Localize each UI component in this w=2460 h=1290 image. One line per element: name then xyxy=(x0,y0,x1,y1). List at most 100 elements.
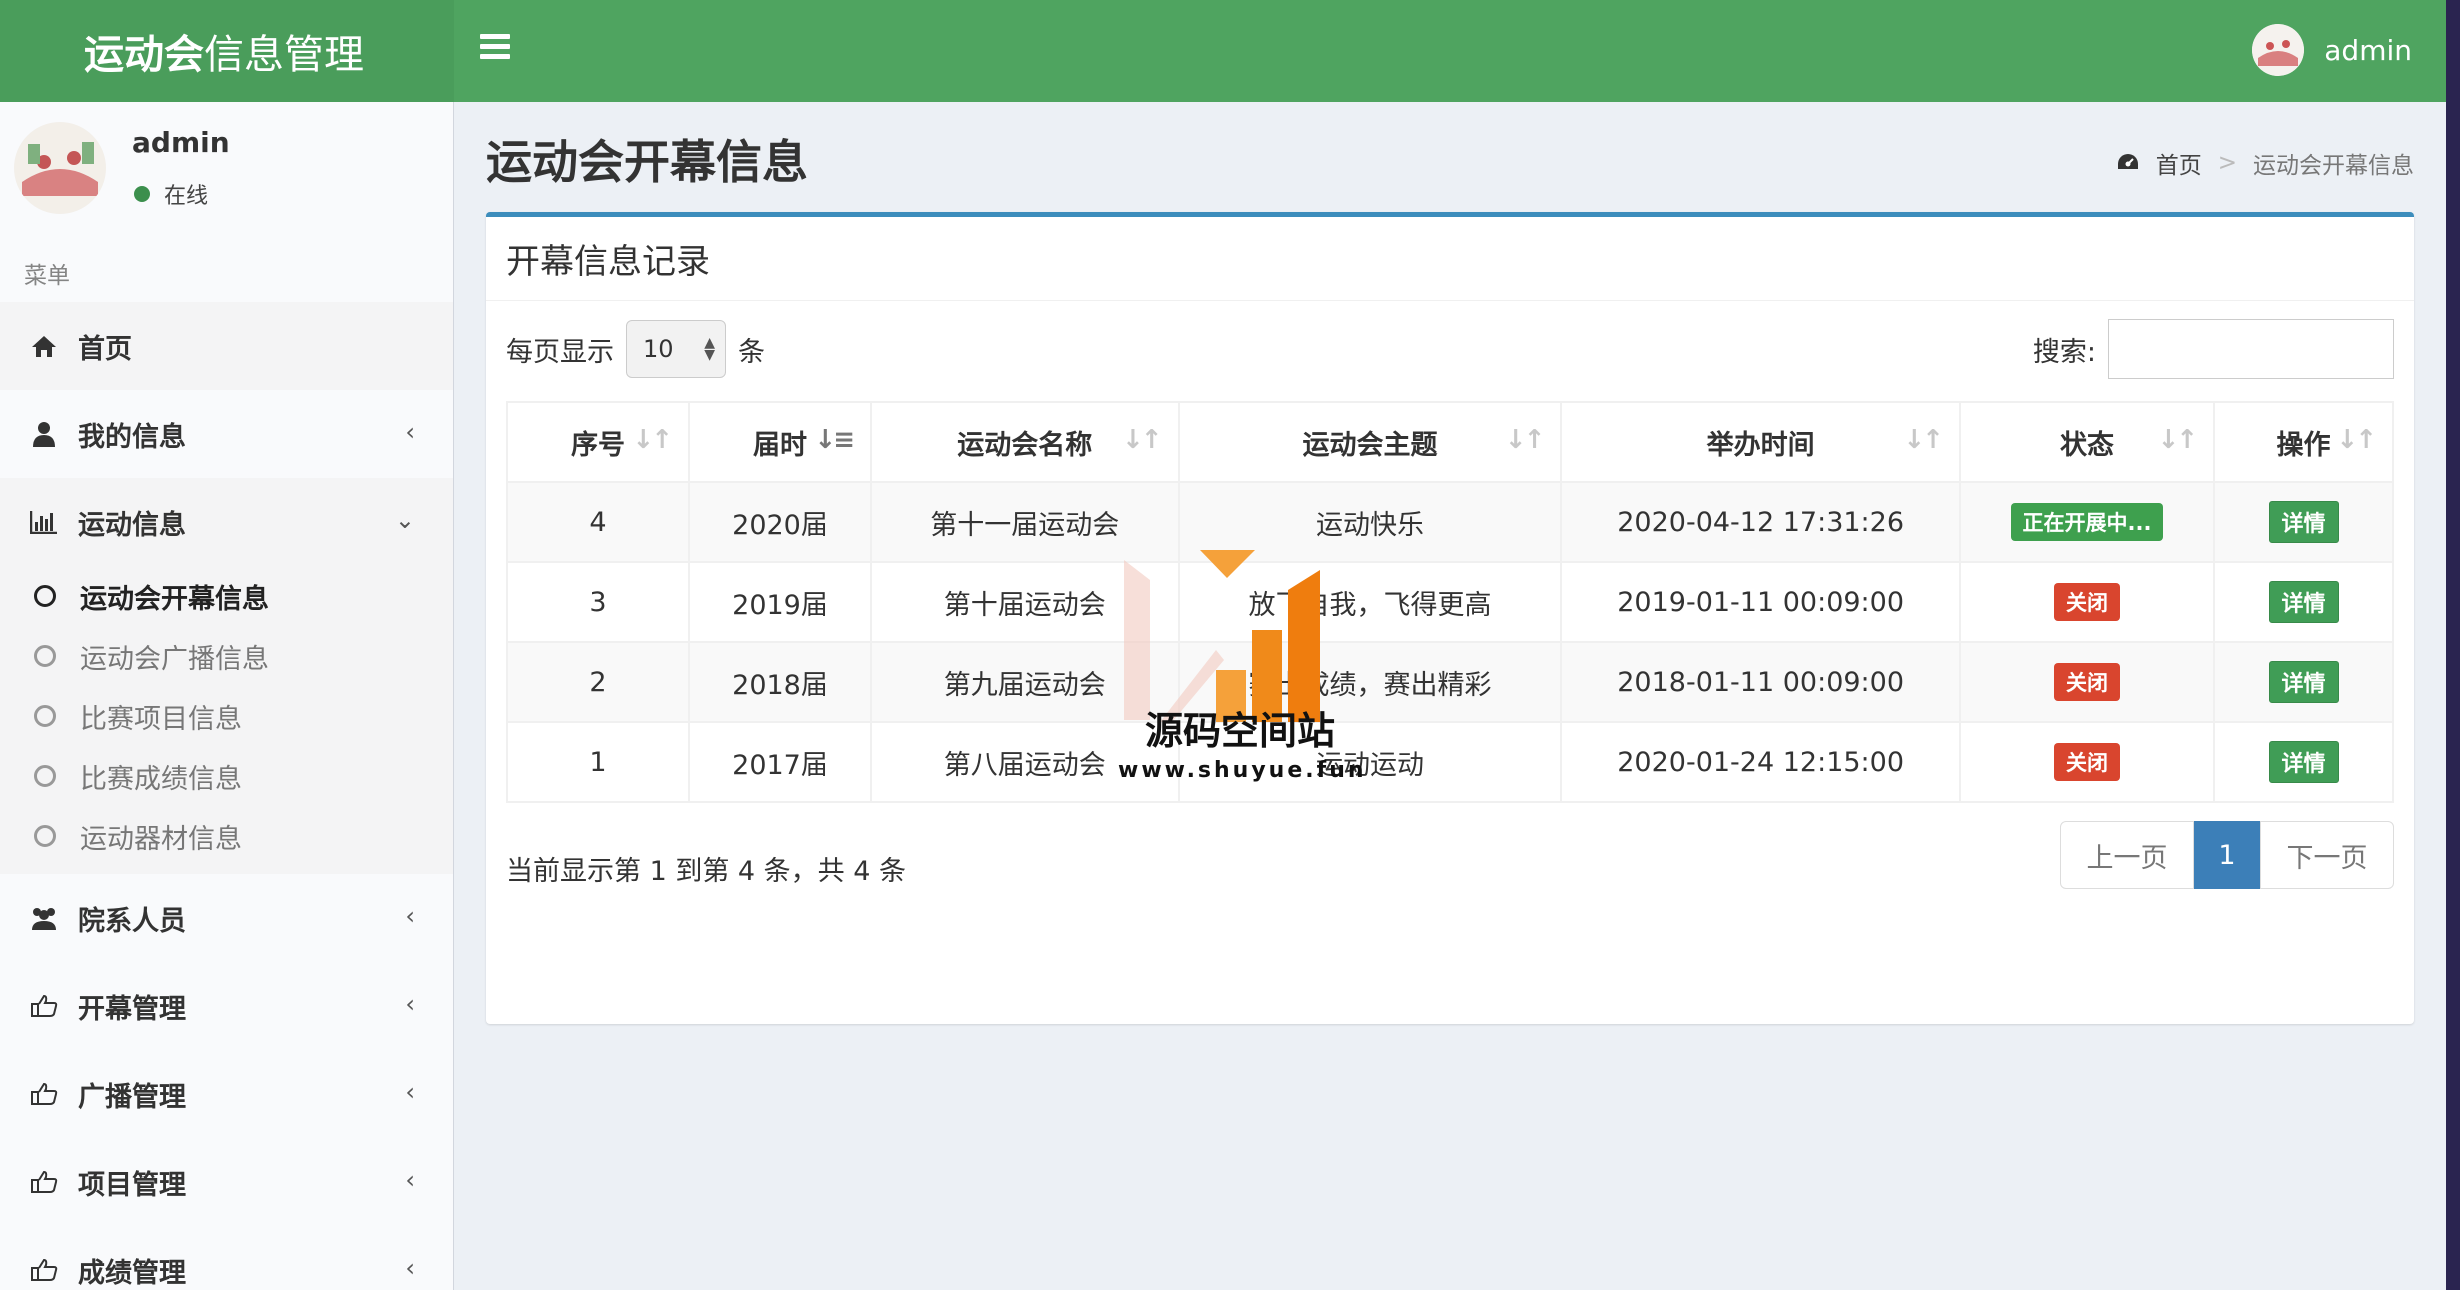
column-header-label: 运动会名称 xyxy=(957,429,1093,461)
bar-chart-icon xyxy=(28,510,60,534)
cell-id: 1 xyxy=(506,721,690,803)
table-controls: 每页显示 10 ▲ ▼ 条 搜索: xyxy=(506,319,2394,379)
breadcrumb: 首页 > 运动会开幕信息 xyxy=(2116,146,2414,180)
sidebar: admin 在线 菜单 首页 我的信息 ‹ 运动信息 ⌄ 运动会开幕信息 运动会… xyxy=(0,102,454,1290)
page-length-control: 每页显示 10 ▲ ▼ 条 xyxy=(506,319,765,379)
user-menu[interactable]: admin xyxy=(2252,24,2412,76)
table-row: 1 2017届 第八届运动会 运动运动 2020-01-24 12:15:00 … xyxy=(506,721,2394,803)
thumbs-up-icon xyxy=(28,994,60,1018)
chevron-left-icon: ‹ xyxy=(405,902,415,930)
column-header-status[interactable]: 状态 ↓↑ xyxy=(1958,401,2216,483)
detail-button[interactable]: 详情 xyxy=(2268,581,2339,623)
breadcrumb-current: 运动会开幕信息 xyxy=(2253,153,2414,179)
column-header-name[interactable]: 运动会名称 ↓↑ xyxy=(870,401,1180,483)
app-title-bold: 运动会 xyxy=(84,32,204,78)
sort-desc-icon: ↓≡ xyxy=(814,425,855,455)
column-header-id[interactable]: 序号 ↓↑ xyxy=(506,401,690,483)
sort-icon: ↓↑ xyxy=(2157,425,2199,455)
select-arrows-icon: ▲ ▼ xyxy=(704,335,715,363)
top-navbar: 运动会 信息管理 admin xyxy=(0,0,2446,102)
cell-time: 2019-01-11 00:09:00 xyxy=(1560,561,1961,643)
column-header-theme[interactable]: 运动会主题 ↓↑ xyxy=(1177,401,1563,483)
cell-status: 关闭 xyxy=(1958,561,2216,643)
sidebar-subitem-result-info[interactable]: 比赛成绩信息 xyxy=(0,746,453,806)
prev-page-button[interactable]: 上一页 xyxy=(2060,821,2194,889)
circle-icon xyxy=(34,645,56,667)
column-header-time[interactable]: 举办时间 ↓↑ xyxy=(1560,401,1961,483)
page-number-button[interactable]: 1 xyxy=(2194,821,2260,889)
cell-session: 2018届 xyxy=(688,641,872,723)
window-edge xyxy=(2446,0,2460,1290)
user-icon xyxy=(28,421,60,447)
search-control: 搜索: xyxy=(2033,319,2394,379)
cell-id: 2 xyxy=(506,641,690,723)
sidebar-item-broadcast-manage[interactable]: 广播管理 ‹ xyxy=(0,1050,453,1138)
page-title: 运动会开幕信息 xyxy=(486,135,808,189)
page-length-prefix: 每页显示 xyxy=(506,336,614,368)
sidebar-subitem-label: 运动会广播信息 xyxy=(80,643,269,675)
sidebar-item-label: 运动信息 xyxy=(78,509,186,541)
sidebar-item-my-info[interactable]: 我的信息 ‹ xyxy=(0,390,453,478)
sidebar-item-result-manage[interactable]: 成绩管理 ‹ xyxy=(0,1226,453,1290)
cell-name: 第十届运动会 xyxy=(870,561,1180,643)
column-header-label: 届时 xyxy=(753,429,807,461)
records-box: 开幕信息记录 每页显示 10 ▲ ▼ 条 搜索: 序号 ↓↑ 届时 ↓≡ 运动会… xyxy=(486,212,2414,1024)
sidebar-subitem-label: 运动器材信息 xyxy=(80,823,242,855)
sidebar-item-department-staff[interactable]: 院系人员 ‹ xyxy=(0,874,453,962)
page-length-suffix: 条 xyxy=(738,336,765,368)
chevron-left-icon: ‹ xyxy=(405,990,415,1018)
detail-button[interactable]: 详情 xyxy=(2268,501,2339,543)
column-header-label: 序号 xyxy=(571,429,625,461)
home-icon xyxy=(28,334,60,358)
app-logo[interactable]: 运动会 信息管理 xyxy=(0,0,454,102)
status-badge: 关闭 xyxy=(2053,663,2120,701)
watermark-text: 源码空间站 xyxy=(1144,709,1335,753)
sidebar-toggle-icon[interactable] xyxy=(480,34,510,64)
cell-status: 正在开展中... xyxy=(1958,481,2216,563)
sidebar-subitem-event-info[interactable]: 比赛项目信息 xyxy=(0,686,453,746)
thumbs-up-icon xyxy=(28,1170,60,1194)
sidebar-item-project-manage[interactable]: 项目管理 ‹ xyxy=(0,1138,453,1226)
online-status-label: 在线 xyxy=(164,184,209,209)
column-header-action[interactable]: 操作 ↓↑ xyxy=(2213,401,2394,483)
next-page-button[interactable]: 下一页 xyxy=(2260,821,2394,889)
sidebar-item-label: 首页 xyxy=(78,333,132,365)
page-length-select[interactable]: 10 ▲ ▼ xyxy=(626,320,726,378)
sidebar-item-label: 我的信息 xyxy=(78,421,186,453)
avatar xyxy=(2252,24,2305,76)
avatar xyxy=(14,122,106,214)
search-label: 搜索: xyxy=(2032,336,2096,368)
user-panel-name: admin xyxy=(132,126,230,159)
sidebar-item-opening-manage[interactable]: 开幕管理 ‹ xyxy=(0,962,453,1050)
cell-theme: 运动快乐 xyxy=(1177,481,1563,563)
cell-action: 详情 xyxy=(2213,641,2394,723)
app-title-rest: 信息管理 xyxy=(204,32,364,78)
cell-action: 详情 xyxy=(2213,481,2394,563)
sidebar-item-label: 院系人员 xyxy=(78,905,186,937)
detail-button[interactable]: 详情 xyxy=(2268,661,2339,703)
search-input[interactable] xyxy=(2108,319,2394,379)
detail-button[interactable]: 详情 xyxy=(2268,741,2339,783)
table-info: 当前显示第 1 到第 4 条，共 4 条 xyxy=(506,856,907,887)
status-badge: 关闭 xyxy=(2053,743,2120,781)
thumbs-up-icon xyxy=(28,1082,60,1106)
box-title: 开幕信息记录 xyxy=(486,217,2414,301)
sort-icon: ↓↑ xyxy=(632,425,673,455)
sidebar-subitem-equipment-info[interactable]: 运动器材信息 xyxy=(0,806,453,866)
sidebar-item-label: 成绩管理 xyxy=(78,1257,186,1289)
chevron-left-icon: ‹ xyxy=(405,1078,415,1106)
header-username: admin xyxy=(2324,33,2412,67)
sidebar-item-home[interactable]: 首页 xyxy=(0,302,453,390)
cell-status: 关闭 xyxy=(1958,641,2216,723)
chevron-left-icon: ‹ xyxy=(405,1254,415,1282)
sidebar-subitem-label: 比赛项目信息 xyxy=(80,703,242,735)
chevron-down-icon: ⌄ xyxy=(394,506,415,534)
circle-icon xyxy=(34,825,56,847)
chevron-left-icon: ‹ xyxy=(405,1166,415,1194)
sidebar-subitem-broadcast-info[interactable]: 运动会广播信息 xyxy=(0,626,453,686)
breadcrumb-home[interactable]: 首页 xyxy=(2156,146,2202,180)
sort-icon: ↓↑ xyxy=(1504,425,1546,455)
column-header-session[interactable]: 届时 ↓≡ xyxy=(688,401,872,483)
sidebar-subitem-opening-info[interactable]: 运动会开幕信息 xyxy=(0,566,453,626)
sidebar-item-sports-info[interactable]: 运动信息 ⌄ xyxy=(0,478,453,566)
